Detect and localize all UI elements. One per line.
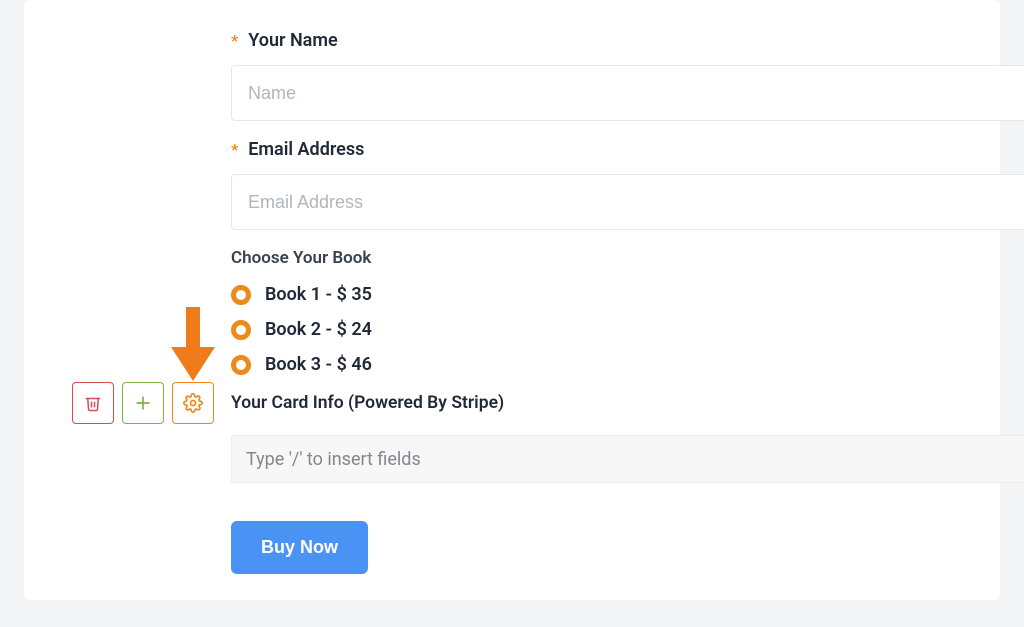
- card-info-field[interactable]: Type '/' to insert fields: [231, 435, 1024, 483]
- required-indicator: *: [231, 140, 238, 159]
- form-card: * Your Name * Email Address Choose Your …: [24, 0, 1000, 600]
- settings-button[interactable]: [172, 382, 214, 424]
- book-section-label: Choose Your Book: [231, 248, 1000, 268]
- name-input[interactable]: [231, 65, 1024, 121]
- trash-icon: [84, 394, 102, 412]
- radio-icon: [231, 285, 251, 305]
- buy-now-button[interactable]: Buy Now: [231, 521, 368, 574]
- delete-button[interactable]: [72, 382, 114, 424]
- book-choice-group: Choose Your Book Book 1 - $ 35 Book 2 - …: [231, 248, 1000, 375]
- name-label: Your Name: [248, 30, 337, 51]
- radio-option-book2[interactable]: Book 2 - $ 24: [231, 319, 1000, 340]
- required-indicator: *: [231, 31, 238, 50]
- radio-label: Book 2 - $ 24: [265, 319, 372, 340]
- add-button[interactable]: [122, 382, 164, 424]
- email-field-group: * Email Address: [231, 139, 1000, 230]
- radio-option-book3[interactable]: Book 3 - $ 46: [231, 354, 1000, 375]
- gear-icon: [183, 393, 203, 413]
- plus-icon: [133, 393, 153, 413]
- radio-icon: [231, 320, 251, 340]
- email-input[interactable]: [231, 174, 1024, 230]
- radio-option-book1[interactable]: Book 1 - $ 35: [231, 284, 1000, 305]
- radio-icon: [231, 355, 251, 375]
- name-field-group: * Your Name: [231, 30, 1000, 121]
- card-info-placeholder: Type '/' to insert fields: [246, 449, 421, 470]
- card-info-label: Your Card Info (Powered By Stripe): [231, 393, 1000, 413]
- pointer-arrow-icon: [171, 307, 215, 385]
- element-toolbox: [72, 382, 214, 424]
- radio-label: Book 1 - $ 35: [265, 284, 372, 305]
- email-label: Email Address: [248, 139, 364, 160]
- radio-label: Book 3 - $ 46: [265, 354, 372, 375]
